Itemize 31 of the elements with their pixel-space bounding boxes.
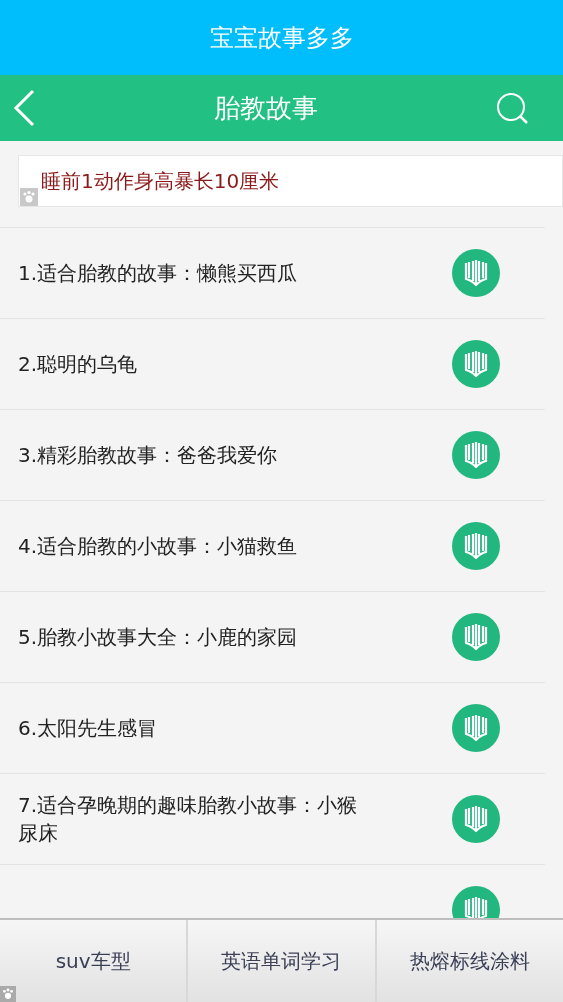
book-icon[interactable] (452, 340, 500, 388)
bottom-link[interactable]: 热熔标线涂料 (376, 920, 563, 1002)
ad-banner[interactable]: 睡前1动作身高暴长10厘米 (18, 155, 563, 207)
paw-icon (20, 188, 38, 206)
story-row[interactable]: 2.聪明的乌龟 (0, 319, 545, 410)
book-icon[interactable] (452, 249, 500, 297)
back-icon[interactable] (12, 89, 36, 127)
bottom-link[interactable]: 英语单词学习 (188, 920, 375, 1002)
story-row[interactable]: 7.适合孕晚期的趣味胎教小故事：小猴尿床 (0, 774, 545, 865)
book-icon[interactable] (452, 704, 500, 752)
story-title: 4.适合胎教的小故事：小猫救鱼 (18, 533, 299, 560)
book-icon[interactable] (452, 431, 500, 479)
story-row[interactable]: 6.太阳先生感冒 (0, 683, 545, 774)
story-title: 7.适合孕晚期的趣味胎教小故事：小猴尿床 (18, 792, 358, 847)
app-title: 宝宝故事多多 (209, 22, 354, 54)
header-title: 胎教故事 (213, 91, 318, 125)
story-row[interactable]: 5.胎教小故事大全：小鹿的家园 (0, 592, 545, 683)
story-title: 2.聪明的乌龟 (18, 351, 139, 378)
paw-icon (0, 986, 16, 1002)
story-title: 3.精彩胎教故事：爸爸我爱你 (18, 442, 279, 469)
story-row[interactable]: 3.精彩胎教故事：爸爸我爱你 (0, 410, 545, 501)
story-row[interactable]: 4.适合胎教的小故事：小猫救鱼 (0, 501, 545, 592)
story-title: 1.适合胎教的故事：懒熊买西瓜 (18, 260, 299, 287)
book-icon[interactable] (452, 795, 500, 843)
story-title: 5.胎教小故事大全：小鹿的家园 (18, 624, 299, 651)
book-icon[interactable] (452, 522, 500, 570)
ad-text: 睡前1动作身高暴长10厘米 (41, 168, 280, 195)
story-row[interactable]: 1.适合胎教的故事：懒熊买西瓜 (0, 228, 545, 319)
book-icon[interactable] (452, 613, 500, 661)
story-title: 6.太阳先生感冒 (18, 715, 159, 742)
bottom-link[interactable]: suv车型 (0, 920, 187, 1002)
